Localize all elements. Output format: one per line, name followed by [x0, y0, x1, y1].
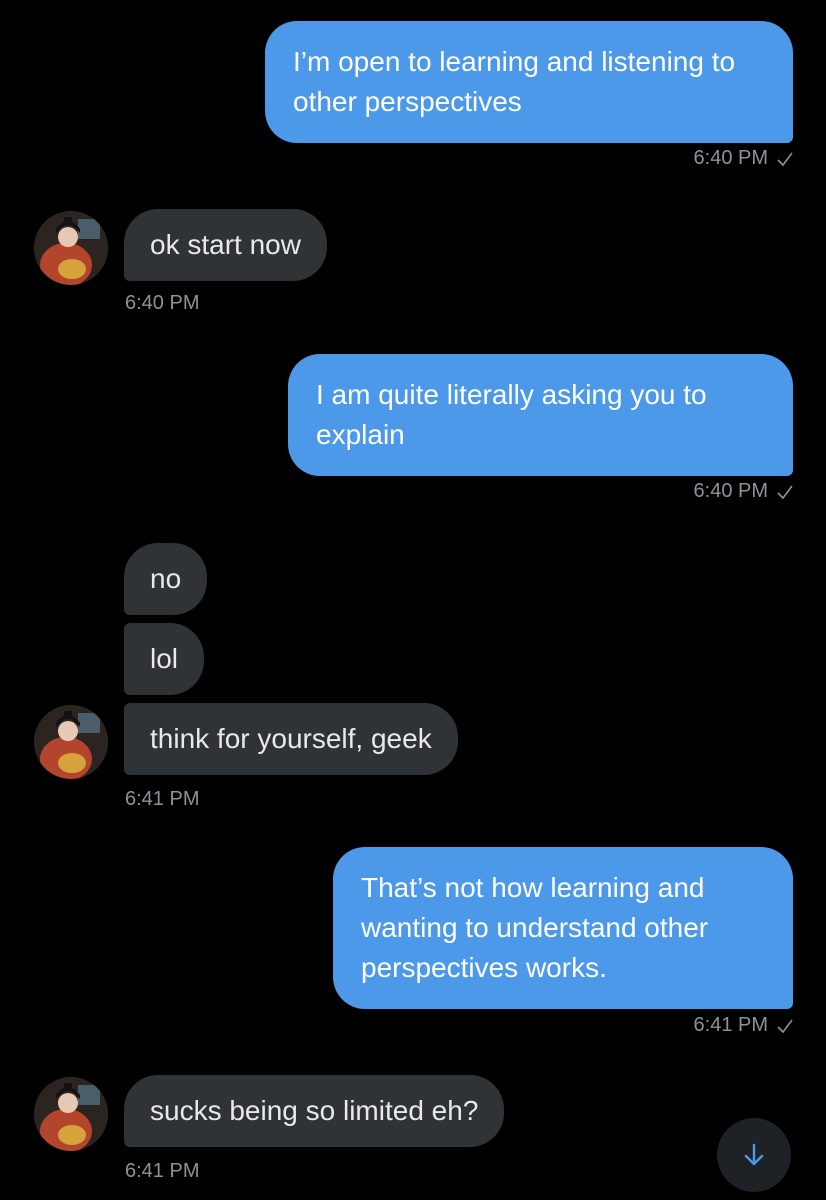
received-message-bubble[interactable]: sucks being so limited eh?	[124, 1075, 505, 1147]
message-text: ok start now	[150, 229, 301, 260]
message-timestamp: 6:40 PM	[125, 292, 200, 314]
message-timestamp: 6:41 PM	[125, 788, 200, 810]
message-text: That’s not how learning and wanting to u…	[361, 872, 709, 983]
received-message-bubble[interactable]: no	[124, 543, 208, 615]
arrow-down-icon	[744, 1143, 764, 1166]
message-timestamp: 6:41 PM	[125, 1160, 200, 1182]
checkmark-icon	[777, 1019, 793, 1033]
message-timestamp: 6:41 PM	[694, 1014, 794, 1037]
user-avatar[interactable]	[34, 705, 108, 779]
user-avatar[interactable]	[34, 1077, 108, 1151]
message-text: lol	[150, 643, 179, 674]
user-avatar[interactable]	[34, 211, 108, 285]
sent-message-bubble[interactable]: That’s not how learning and wanting to u…	[333, 847, 793, 1009]
message-text: I am quite literally asking you to expla…	[316, 379, 707, 450]
checkmark-icon	[777, 485, 793, 499]
message-timestamp: 6:40 PM	[694, 147, 794, 170]
avatar-image	[34, 705, 108, 779]
message-text: think for yourself, geek	[150, 723, 432, 754]
avatar-image	[34, 1077, 108, 1151]
checkmark-icon	[777, 152, 793, 166]
received-message-bubble[interactable]: lol	[124, 623, 205, 695]
message-text: I’m open to learning and listening to ot…	[293, 46, 736, 117]
scroll-to-bottom-button[interactable]	[717, 1118, 791, 1192]
received-message-bubble[interactable]: think for yourself, geek	[124, 703, 458, 775]
message-timestamp: 6:40 PM	[694, 480, 794, 503]
message-text: sucks being so limited eh?	[150, 1095, 479, 1126]
sent-message-bubble[interactable]: I am quite literally asking you to expla…	[288, 354, 793, 476]
avatar-image	[34, 211, 108, 285]
received-message-bubble[interactable]: ok start now	[124, 209, 327, 281]
message-text: no	[150, 563, 182, 594]
sent-message-bubble[interactable]: I’m open to learning and listening to ot…	[265, 21, 793, 143]
